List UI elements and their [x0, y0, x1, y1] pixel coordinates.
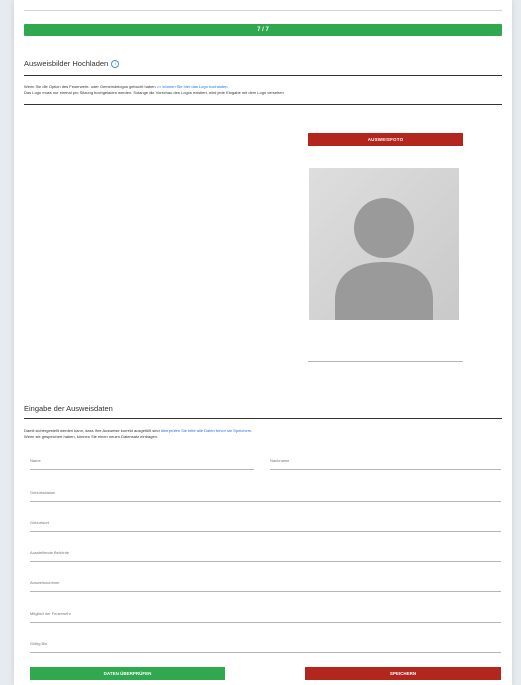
data-section-title-text: Eingabe der Ausweisdaten [24, 404, 113, 413]
data-desc-line1: Damit sichergestellt werden kann, dass I… [24, 428, 160, 433]
upload-description: Wenn Sie die Option des Feuerwehr- oder … [24, 84, 502, 96]
name-field[interactable]: Name [30, 458, 254, 470]
data-desc-line2: Wenn sie gespeichert haben, können Sie e… [24, 434, 159, 439]
avatar-placeholder-icon [335, 198, 433, 320]
check-data-button[interactable]: DATEN ÜBERPRÜFEN [30, 667, 225, 680]
upload-section-title: Ausweisbilder Hochladen i [24, 59, 120, 68]
logo-upload-link[interactable]: >> können Sie hier das Logo hochladen. [157, 84, 229, 89]
photo-placeholder[interactable] [309, 168, 459, 320]
geburtsdatum-field[interactable]: Geburtsdatum [30, 490, 501, 502]
ausweisfoto-button[interactable]: AUSWEISFOTO [308, 133, 463, 146]
upload-section-divider [24, 75, 502, 76]
upload-desc-line2: Das Logo muss nur einmal pro Sitzung hoc… [24, 90, 284, 95]
data-description: Damit sichergestellt werden kann, dass I… [24, 428, 502, 440]
upload-desc-line1: Wenn Sie die Option des Feuerwehr- oder … [24, 84, 156, 89]
upload-section-title-text: Ausweisbilder Hochladen [24, 59, 109, 68]
check-data-link[interactable]: überprüfen Sie bitte alle Daten bevor si… [161, 428, 253, 433]
gueltig-bis-field[interactable]: Gültig Bis [30, 641, 501, 653]
nachname-field[interactable]: Nachname [270, 458, 501, 470]
progress-bar: 7 / 7 [24, 24, 502, 36]
behoerde-field[interactable]: Ausstellende Behörde [30, 550, 501, 562]
info-icon[interactable]: i [111, 60, 120, 68]
ausweisnummer-field[interactable]: Ausweisnummer [30, 580, 501, 592]
geburtsort-field[interactable]: Geburtsort [30, 520, 501, 532]
data-section-divider [24, 418, 502, 419]
save-button[interactable]: SPEICHERN [305, 667, 501, 680]
form-page: 7 / 7 Ausweisbilder Hochladen i Wenn Sie … [14, 0, 512, 685]
top-divider [24, 10, 502, 11]
mitglied-field[interactable]: Mitglied der Feuerwehr [30, 611, 501, 623]
data-section-title: Eingabe der Ausweisdaten [24, 404, 113, 413]
photo-underline [308, 361, 463, 362]
upload-desc-divider [24, 104, 502, 105]
progress-label: 7 / 7 [257, 27, 269, 33]
